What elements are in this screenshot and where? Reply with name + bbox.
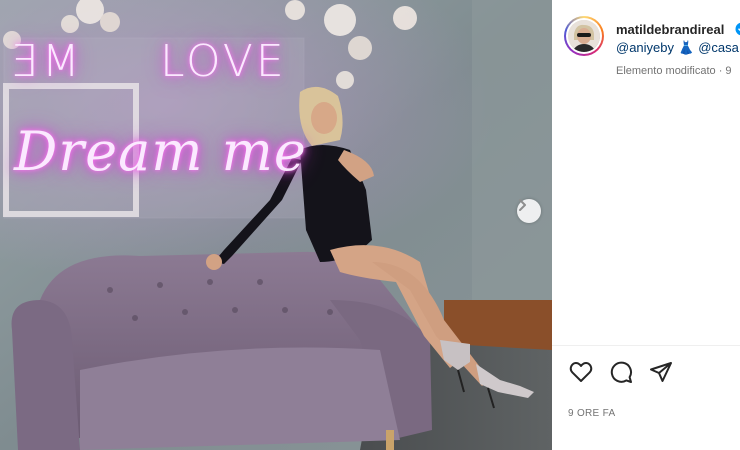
velvet-sofa <box>11 251 432 450</box>
share-button[interactable] <box>648 359 674 385</box>
chevron-right-icon <box>519 199 526 211</box>
neon-sign-me: ME <box>8 36 80 87</box>
next-image-button[interactable] <box>517 199 541 223</box>
mention-link-casa[interactable]: @casa <box>698 40 739 55</box>
comment-icon <box>610 361 632 383</box>
action-bar <box>568 359 674 385</box>
mentions-line: @aniyeby 👗 @casa <box>616 40 740 56</box>
neon-sign-love: LOVE <box>160 36 287 87</box>
post-header: matildebrandireal @aniyeby 👗 @casa Element… <box>564 16 740 86</box>
post-timestamp[interactable]: 9 ORE FA <box>568 408 615 419</box>
divider <box>552 345 740 346</box>
neon-sign-dream: Dream me <box>14 120 307 183</box>
post-photo[interactable]: ME LOVE Dream me <box>0 0 552 450</box>
heart-icon <box>569 362 593 382</box>
post-side-panel: matildebrandireal @aniyeby 👗 @casa Element… <box>552 0 740 450</box>
mention-link-aniyeby[interactable]: @aniyeby <box>616 40 674 55</box>
dress-emoji: 👗 <box>678 40 695 55</box>
username-link[interactable]: matildebrandireal <box>616 22 724 37</box>
avatar-photo <box>568 20 600 52</box>
share-icon <box>650 362 672 382</box>
avatar[interactable] <box>564 16 604 56</box>
like-button[interactable] <box>568 359 594 385</box>
comment-button[interactable] <box>608 359 634 385</box>
verified-badge-icon <box>735 22 740 36</box>
edited-label: Elemento modificato · 9 <box>616 65 732 77</box>
